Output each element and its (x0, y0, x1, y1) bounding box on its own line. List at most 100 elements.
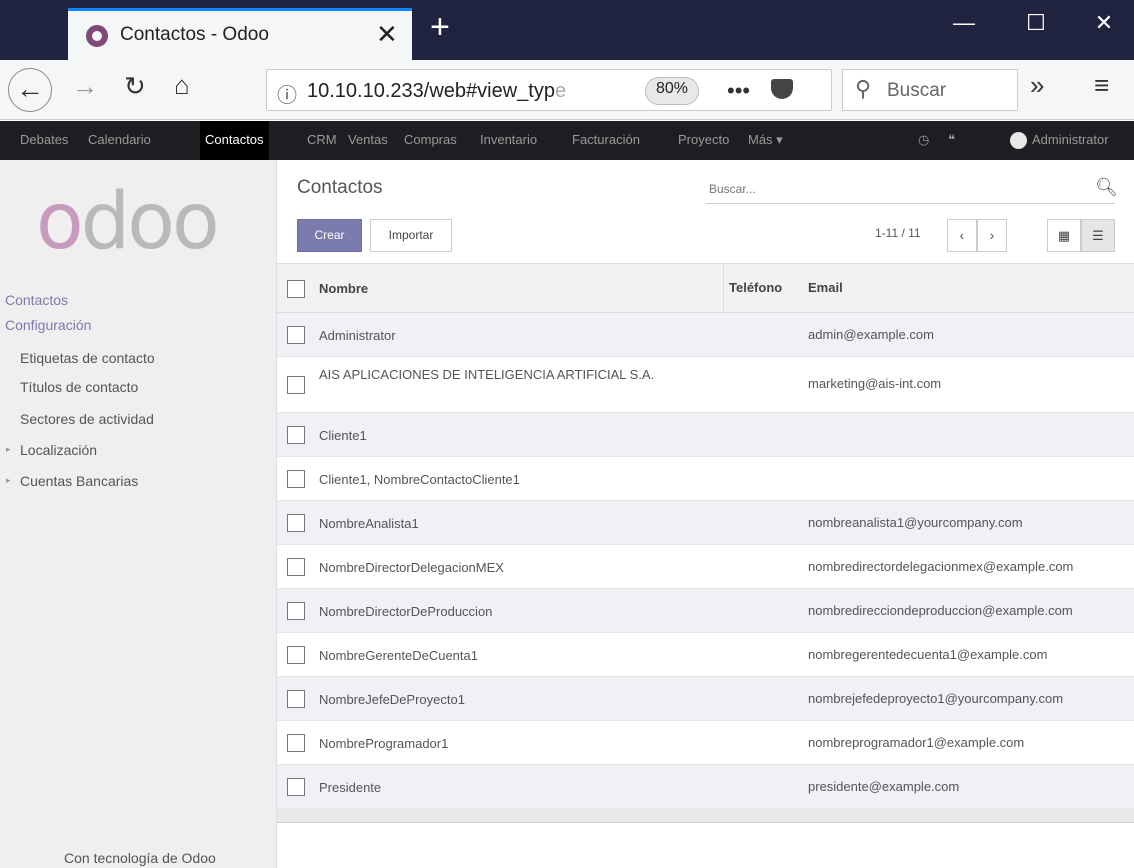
powered-by-link[interactable]: Con tecnología de Odoo (64, 850, 216, 866)
browser-tab[interactable]: Contactos - Odoo ✕ (68, 8, 412, 60)
browser-search-field[interactable]: ⚲ Buscar (842, 69, 1018, 111)
table-row[interactable]: NombreProgramador1 nombreprogramador1@exa… (277, 721, 1134, 765)
home-icon[interactable]: ⌂ (174, 70, 190, 101)
window-close-icon[interactable]: ✕ (1084, 10, 1124, 36)
row-checkbox[interactable] (287, 558, 305, 576)
pager-previous-button[interactable]: ‹ (947, 219, 977, 252)
minimize-icon[interactable]: — (944, 10, 984, 36)
table-row[interactable]: Administrator admin@example.com (277, 313, 1134, 357)
caret-right-icon: ▸ (6, 444, 11, 454)
overflow-icon[interactable]: » (1030, 70, 1044, 101)
zoom-level[interactable]: 80% (645, 77, 700, 105)
menu-item-ventas[interactable]: Ventas (348, 132, 388, 147)
odoo-logo[interactable]: odoo (36, 182, 220, 262)
cell-name: Administrator (319, 328, 396, 343)
sidebar-heading-contactos[interactable]: Contactos (5, 292, 68, 308)
table-row[interactable]: Cliente1, NombreContactoCliente1 (277, 457, 1134, 501)
import-button[interactable]: Importar (370, 219, 452, 252)
menu-item-inventario[interactable]: Inventario (480, 132, 537, 147)
browser-search-placeholder: Buscar (887, 80, 947, 101)
row-checkbox[interactable] (287, 426, 305, 444)
info-icon[interactable]: ⓘ (277, 79, 297, 108)
close-tab-icon[interactable]: ✕ (376, 19, 398, 50)
select-all-checkbox[interactable] (287, 280, 305, 298)
kanban-view-icon[interactable]: ▦ (1047, 219, 1081, 252)
create-button[interactable]: Crear (297, 219, 362, 252)
sidebar-item-localizacion[interactable]: ▸ Localización (6, 442, 97, 458)
activity-clock-icon[interactable]: ◷ (918, 132, 929, 148)
table-header: Nombre Teléfono Email (277, 263, 1134, 313)
odoo-favicon-icon (86, 25, 108, 47)
forward-arrow-icon[interactable]: → (72, 71, 98, 102)
cell-email: nombreanalista1@yourcompany.com (808, 515, 1023, 530)
row-checkbox[interactable] (287, 514, 305, 532)
menu-item-calendario[interactable]: Calendario (88, 132, 151, 147)
caret-right-icon: ▸ (6, 475, 11, 485)
row-checkbox[interactable] (287, 470, 305, 488)
tab-title: Contactos - Odoo (120, 24, 269, 45)
table-row[interactable]: NombreDirectorDelegacionMEX nombredirecto… (277, 545, 1134, 589)
column-divider (723, 264, 724, 312)
menu-item-facturacion[interactable]: Facturación (572, 132, 640, 147)
row-checkbox[interactable] (287, 734, 305, 752)
table-row[interactable]: NombreDirectorDeProduccion nombredireccio… (277, 589, 1134, 633)
pager-next-button[interactable]: › (977, 219, 1007, 252)
row-checkbox[interactable] (287, 602, 305, 620)
sidebar-item-titulos[interactable]: Títulos de contacto (20, 379, 138, 395)
new-tab-button[interactable]: + (430, 10, 450, 44)
cell-email: nombredirectordelegacionmex@example.com (808, 559, 1074, 574)
url-bar[interactable]: ⓘ 10.10.10.233/web#view_type 80% ••• (266, 69, 832, 111)
maximize-icon[interactable]: ☐ (1016, 10, 1056, 36)
cell-name: NombreDirectorDeProduccion (319, 604, 493, 619)
cell-name: AIS APLICACIONES DE INTELIGENCIA ARTIFIC… (319, 367, 655, 382)
column-header-email[interactable]: Email (808, 280, 843, 295)
cell-email: marketing@ais-int.com (808, 376, 942, 391)
search-icon[interactable]: 🔍︎ (1095, 177, 1118, 198)
search-input[interactable] (706, 174, 1115, 204)
page-title[interactable]: Contactos (297, 177, 383, 199)
row-checkbox[interactable] (287, 326, 305, 344)
cell-name: NombreProgramador1 (319, 736, 449, 751)
browser-tab-bar: Contactos - Odoo ✕ + — ☐ ✕ (0, 0, 1134, 60)
table-row[interactable]: Presidente presidente@example.com (277, 765, 1134, 809)
column-header-telefono[interactable]: Teléfono (729, 280, 782, 295)
menu-item-mas[interactable]: Más ▾ (748, 132, 783, 148)
chat-bubbles-icon[interactable]: ❝ (948, 132, 955, 148)
cell-name: NombreJefeDeProyecto1 (319, 692, 465, 707)
sidebar-heading-configuracion[interactable]: Configuración (5, 317, 91, 333)
cell-name: Cliente1, NombreContactoCliente1 (319, 472, 520, 487)
table-row[interactable]: Cliente1 (277, 413, 1134, 457)
menu-item-debates[interactable]: Debates (20, 132, 68, 147)
reload-icon[interactable]: ↻ (124, 71, 146, 102)
table-row[interactable]: AIS APLICACIONES DE INTELIGENCIA ARTIFIC… (277, 357, 1134, 413)
cell-name: NombreGerenteDeCuenta1 (319, 648, 478, 663)
table-footer (277, 809, 1134, 823)
row-checkbox[interactable] (287, 690, 305, 708)
row-checkbox[interactable] (287, 376, 305, 394)
pocket-icon[interactable] (771, 79, 793, 99)
back-arrow-icon[interactable]: ← (8, 68, 52, 112)
cell-name: Presidente (319, 780, 382, 795)
sidebar: odoo Contactos Configuración Etiquetas d… (0, 160, 277, 868)
table-row[interactable]: NombreJefeDeProyecto1 nombrejefedeproyect… (277, 677, 1134, 721)
table-row[interactable]: NombreAnalista1 nombreanalista1@yourcompa… (277, 501, 1134, 545)
list-view-icon[interactable]: ☰ (1081, 219, 1115, 252)
cell-name: NombreDirectorDelegacionMEX (319, 560, 504, 575)
menu-item-crm[interactable]: CRM (307, 132, 337, 147)
menu-item-proyecto[interactable]: Proyecto (678, 132, 729, 147)
sidebar-item-sectores[interactable]: Sectores de actividad (20, 411, 154, 427)
menu-item-compras[interactable]: Compras (404, 132, 457, 147)
row-checkbox[interactable] (287, 646, 305, 664)
hamburger-menu-icon[interactable]: ≡ (1094, 70, 1109, 101)
user-menu[interactable]: Administrator (1032, 132, 1109, 147)
sidebar-item-etiquetas[interactable]: Etiquetas de contacto (20, 350, 155, 366)
column-header-nombre[interactable]: Nombre (319, 280, 709, 298)
cell-email: presidente@example.com (808, 779, 960, 794)
pager-value[interactable]: 1-11 / 11 (875, 226, 921, 240)
avatar[interactable] (1010, 132, 1027, 149)
menu-item-contactos[interactable]: Contactos (200, 121, 269, 160)
page-actions-icon[interactable]: ••• (727, 78, 750, 104)
row-checkbox[interactable] (287, 778, 305, 796)
table-row[interactable]: NombreGerenteDeCuenta1 nombregerentedecue… (277, 633, 1134, 677)
sidebar-item-cuentas-bancarias[interactable]: ▸ Cuentas Bancarias (6, 473, 138, 489)
